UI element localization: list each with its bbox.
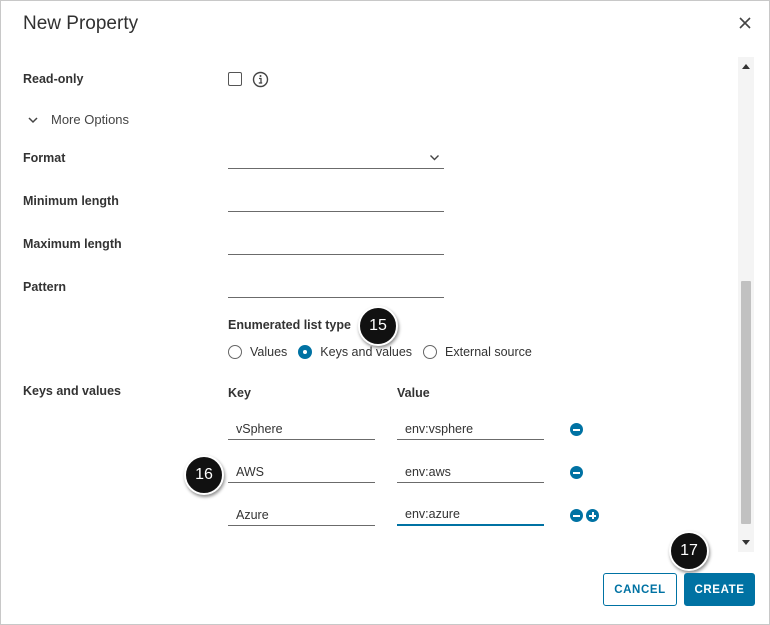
more-options-toggle[interactable]: More Options bbox=[27, 112, 129, 127]
value-input-aws[interactable] bbox=[397, 461, 544, 483]
max-length-label: Maximum length bbox=[23, 237, 122, 251]
more-options-label: More Options bbox=[51, 112, 130, 127]
enum-type-radio-group: Values Keys and values External source bbox=[228, 345, 543, 359]
scrollbar[interactable] bbox=[738, 57, 754, 552]
read-only-checkbox[interactable] bbox=[228, 72, 242, 86]
step-badge-16: 16 bbox=[184, 455, 224, 495]
radio-keys-and-values-label: Keys and values bbox=[320, 345, 413, 359]
remove-row-button[interactable] bbox=[570, 466, 583, 479]
value-column-header: Value bbox=[397, 386, 430, 400]
radio-dot bbox=[423, 345, 438, 359]
remove-row-button[interactable] bbox=[570, 423, 583, 436]
value-input-vsphere[interactable] bbox=[397, 418, 544, 440]
step-badge-17: 17 bbox=[669, 531, 709, 571]
key-input-aws[interactable] bbox=[228, 461, 375, 483]
scroll-up-arrow[interactable] bbox=[742, 64, 750, 69]
radio-external-source[interactable]: External source bbox=[423, 345, 532, 359]
pattern-input[interactable] bbox=[228, 276, 444, 298]
close-icon[interactable] bbox=[735, 13, 755, 33]
enum-type-label: Enumerated list type bbox=[228, 318, 351, 332]
min-length-input[interactable] bbox=[228, 190, 444, 212]
read-only-label: Read-only bbox=[23, 72, 84, 86]
keys-values-label: Keys and values bbox=[23, 384, 121, 398]
radio-keys-and-values[interactable]: Keys and values bbox=[298, 345, 412, 359]
chevron-down-icon bbox=[28, 116, 38, 123]
chevron-down-icon bbox=[430, 155, 439, 161]
max-length-input[interactable] bbox=[228, 233, 444, 255]
scroll-thumb[interactable] bbox=[741, 281, 751, 524]
new-property-dialog: New Property Read-only More Options Form… bbox=[0, 0, 770, 625]
scroll-down-arrow[interactable] bbox=[742, 540, 750, 545]
min-length-label: Minimum length bbox=[23, 194, 119, 208]
key-input-vsphere[interactable] bbox=[228, 418, 375, 440]
info-icon[interactable] bbox=[252, 71, 269, 88]
remove-row-button[interactable] bbox=[570, 509, 583, 522]
radio-dot bbox=[228, 345, 242, 359]
radio-values[interactable]: Values bbox=[228, 345, 287, 359]
value-input-azure[interactable] bbox=[397, 504, 544, 526]
key-input-azure[interactable] bbox=[228, 504, 375, 526]
radio-external-source-label: External source bbox=[445, 345, 532, 359]
radio-dot bbox=[298, 345, 313, 359]
step-badge-15: 15 bbox=[358, 306, 398, 346]
radio-values-label: Values bbox=[250, 345, 288, 359]
pattern-label: Pattern bbox=[23, 280, 67, 294]
cancel-button[interactable]: CANCEL bbox=[603, 573, 677, 606]
dialog-title: New Property bbox=[23, 13, 139, 34]
create-button[interactable]: CREATE bbox=[684, 573, 755, 606]
key-column-header: Key bbox=[228, 386, 251, 400]
format-select[interactable] bbox=[228, 147, 444, 169]
add-row-button[interactable] bbox=[586, 509, 599, 522]
format-label: Format bbox=[23, 151, 66, 165]
